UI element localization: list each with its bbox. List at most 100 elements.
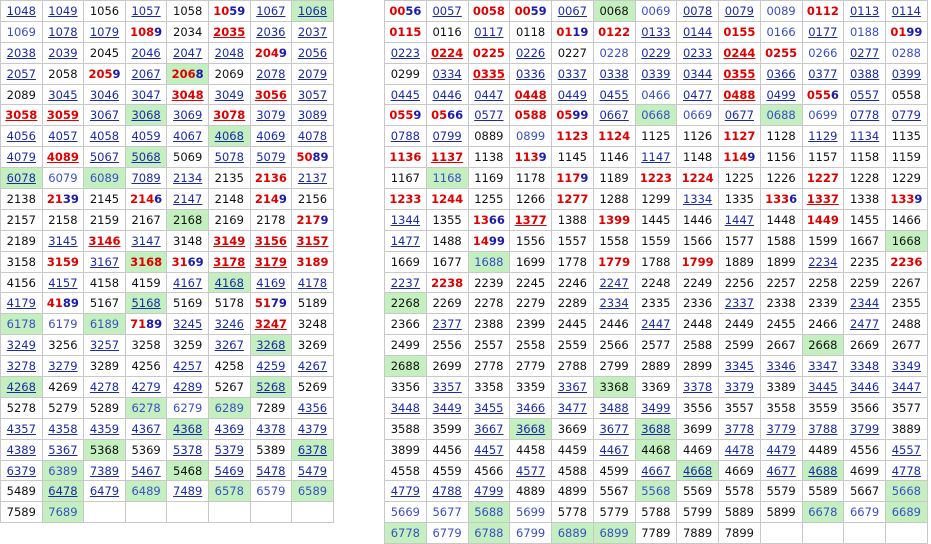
cell-value: 2779 [515,359,546,374]
cell-value: 3258 [131,338,161,353]
table-cell: 0079 [718,0,761,22]
table-cell: 3168 [124,250,168,273]
table-cell: 1048 [0,0,43,22]
cell-red-part: 108 [130,24,155,39]
table-cell: 3049 [207,83,251,106]
table-cell: 0446 [425,83,469,106]
cell-value: 3488 [599,400,629,415]
table-row: 0559 0566 0577 0588 0599 0667 0668 0669 0677 0688… [384,104,928,127]
cell-value: 3359 [515,379,546,394]
cell-value: 2588 [682,338,713,353]
table-cell: 3488 [592,396,636,419]
table-cell: 0188 [843,20,886,43]
table-cell: 5479 [291,459,334,482]
cell-value: 0388 [849,66,880,81]
cell-value: 2799 [599,359,629,374]
cell-value: 5568 [641,484,671,499]
table-cell: 1447 [718,208,761,231]
table-row: 4558 4559 4566 4577 4588 4599 4667 4668 4669 4677… [384,459,928,482]
cell-value: 0337 [557,66,588,81]
table-cell: 2677 [885,334,928,357]
table-cell: 2669 [843,334,886,357]
cell-value: 2466 [808,317,838,332]
cell-value: 2167 [131,212,161,227]
cell-value: 2599 [724,338,755,353]
table-cell: 4157 [41,271,85,294]
table-cell: 2558 [509,334,552,357]
cell-value: 3379 [724,379,755,394]
cell-value: 1137 [431,150,464,165]
table-cell: 6679 [843,501,886,524]
cell-blue-part: 6 [154,191,163,206]
cell-value: 4458 [515,442,546,457]
table-cell: 5269 [291,376,334,398]
cell-value: 4677 [766,463,796,478]
cell-value: 1556 [515,233,546,248]
cell-value: 3449 [432,400,462,415]
table-cell: 4889 [509,480,552,503]
table-cell: 0067 [551,0,594,22]
table-cell: 6279 [166,396,209,419]
cell-red-part: 1223 [639,171,672,186]
table-row: 0223 0224 0225 0226 0227 0228 0229 0233 0244 0255… [384,41,928,64]
cell-value: 0144 [682,24,713,39]
table-cell: 6678 [801,501,845,524]
cell-value: 3346 [766,359,796,374]
table-cell: 1137 [425,146,469,169]
table-cell: 0056 [384,0,427,22]
cell-value: 6279 [173,400,203,415]
table-cell: 1159 [885,146,928,169]
table-cell: 4278 [83,376,126,398]
table-cell: 3668 [509,417,552,440]
table-cell: 1566 [676,229,719,252]
cell-value: 3256 [48,338,78,353]
cell-blue-part: 66 [447,108,464,123]
cell-value: 3378 [682,379,713,394]
table-cell: 4169 [249,271,293,294]
table-cell: 6479 [83,480,126,503]
cell-red-part: 41 [46,296,63,311]
table-cell: 0337 [551,62,594,85]
cell-blue-part: 89 [146,317,163,332]
table-row: 1344 1355 1366 1377 1388 1399 1445 1446 1447 1448… [384,208,928,231]
cell-value: 2237 [390,275,421,290]
cell-value: 5268 [256,379,286,394]
cell-red-part: 1449 [806,212,839,227]
cell-red-part: 1277 [556,191,589,206]
cell-value: 3347 [808,359,838,374]
table-row: 2499 2556 2557 2558 2559 2566 2577 2588 2599 2667… [384,334,928,357]
table-row: 5278 5279 5289 6278 6279 6289 7289 4356 [0,396,334,419]
cell-value: 4799 [474,484,504,499]
table-cell: 7289 [249,396,293,419]
table-cell: 0588 [509,104,552,127]
cell-value: 1677 [432,254,462,269]
cell-value: 1455 [849,212,880,227]
cell-value: 1899 [766,254,796,269]
table-cell: 3047 [124,83,168,106]
table-cell: 2048 [207,41,251,64]
cell-value: 2259 [849,275,880,290]
table-cell: 5179 [249,292,293,315]
table-cell: 2045 [83,41,126,64]
cell-value: 2788 [557,359,588,374]
table-cell: 2036 [249,20,293,43]
cell-value: 0114 [891,3,922,18]
table-cell: 1244 [425,188,469,210]
table-cell: 4258 [207,355,251,378]
cell-value: 4468 [641,442,671,457]
cell-value: 2339 [808,296,838,311]
table-cell: 3045 [41,83,85,106]
cell-value: 3556 [682,400,713,415]
cell-value: 2566 [599,338,629,353]
cell-value: 5589 [808,484,838,499]
table-cell: 5067 [83,146,126,169]
table-cell: 2169 [207,208,251,231]
table-cell: 2068 [166,62,209,85]
table-cell: 2134 [166,167,209,190]
cell-value: 4389 [6,442,36,457]
cell-value: 2045 [89,45,120,60]
table-cell: 4069 [249,125,293,148]
cell-value: 0446 [432,87,462,102]
table-cell: 4067 [166,125,209,148]
cell-value: 2148 [214,191,244,206]
